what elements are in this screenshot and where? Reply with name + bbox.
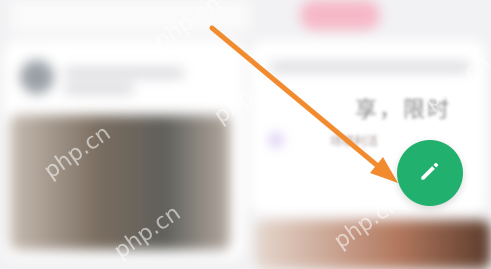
avatar bbox=[20, 60, 54, 94]
blurred-background bbox=[0, 0, 491, 269]
meta-placeholder bbox=[64, 84, 134, 94]
title-placeholder bbox=[270, 62, 470, 72]
compose-fab-button[interactable] bbox=[397, 140, 463, 206]
right-card-subline: 场福利活 bbox=[330, 134, 379, 148]
post-image-left[interactable] bbox=[10, 115, 230, 250]
tag-dot bbox=[270, 134, 282, 146]
username-placeholder bbox=[64, 68, 184, 78]
pencil-icon bbox=[417, 158, 443, 189]
top-pink-chip bbox=[300, 0, 380, 30]
